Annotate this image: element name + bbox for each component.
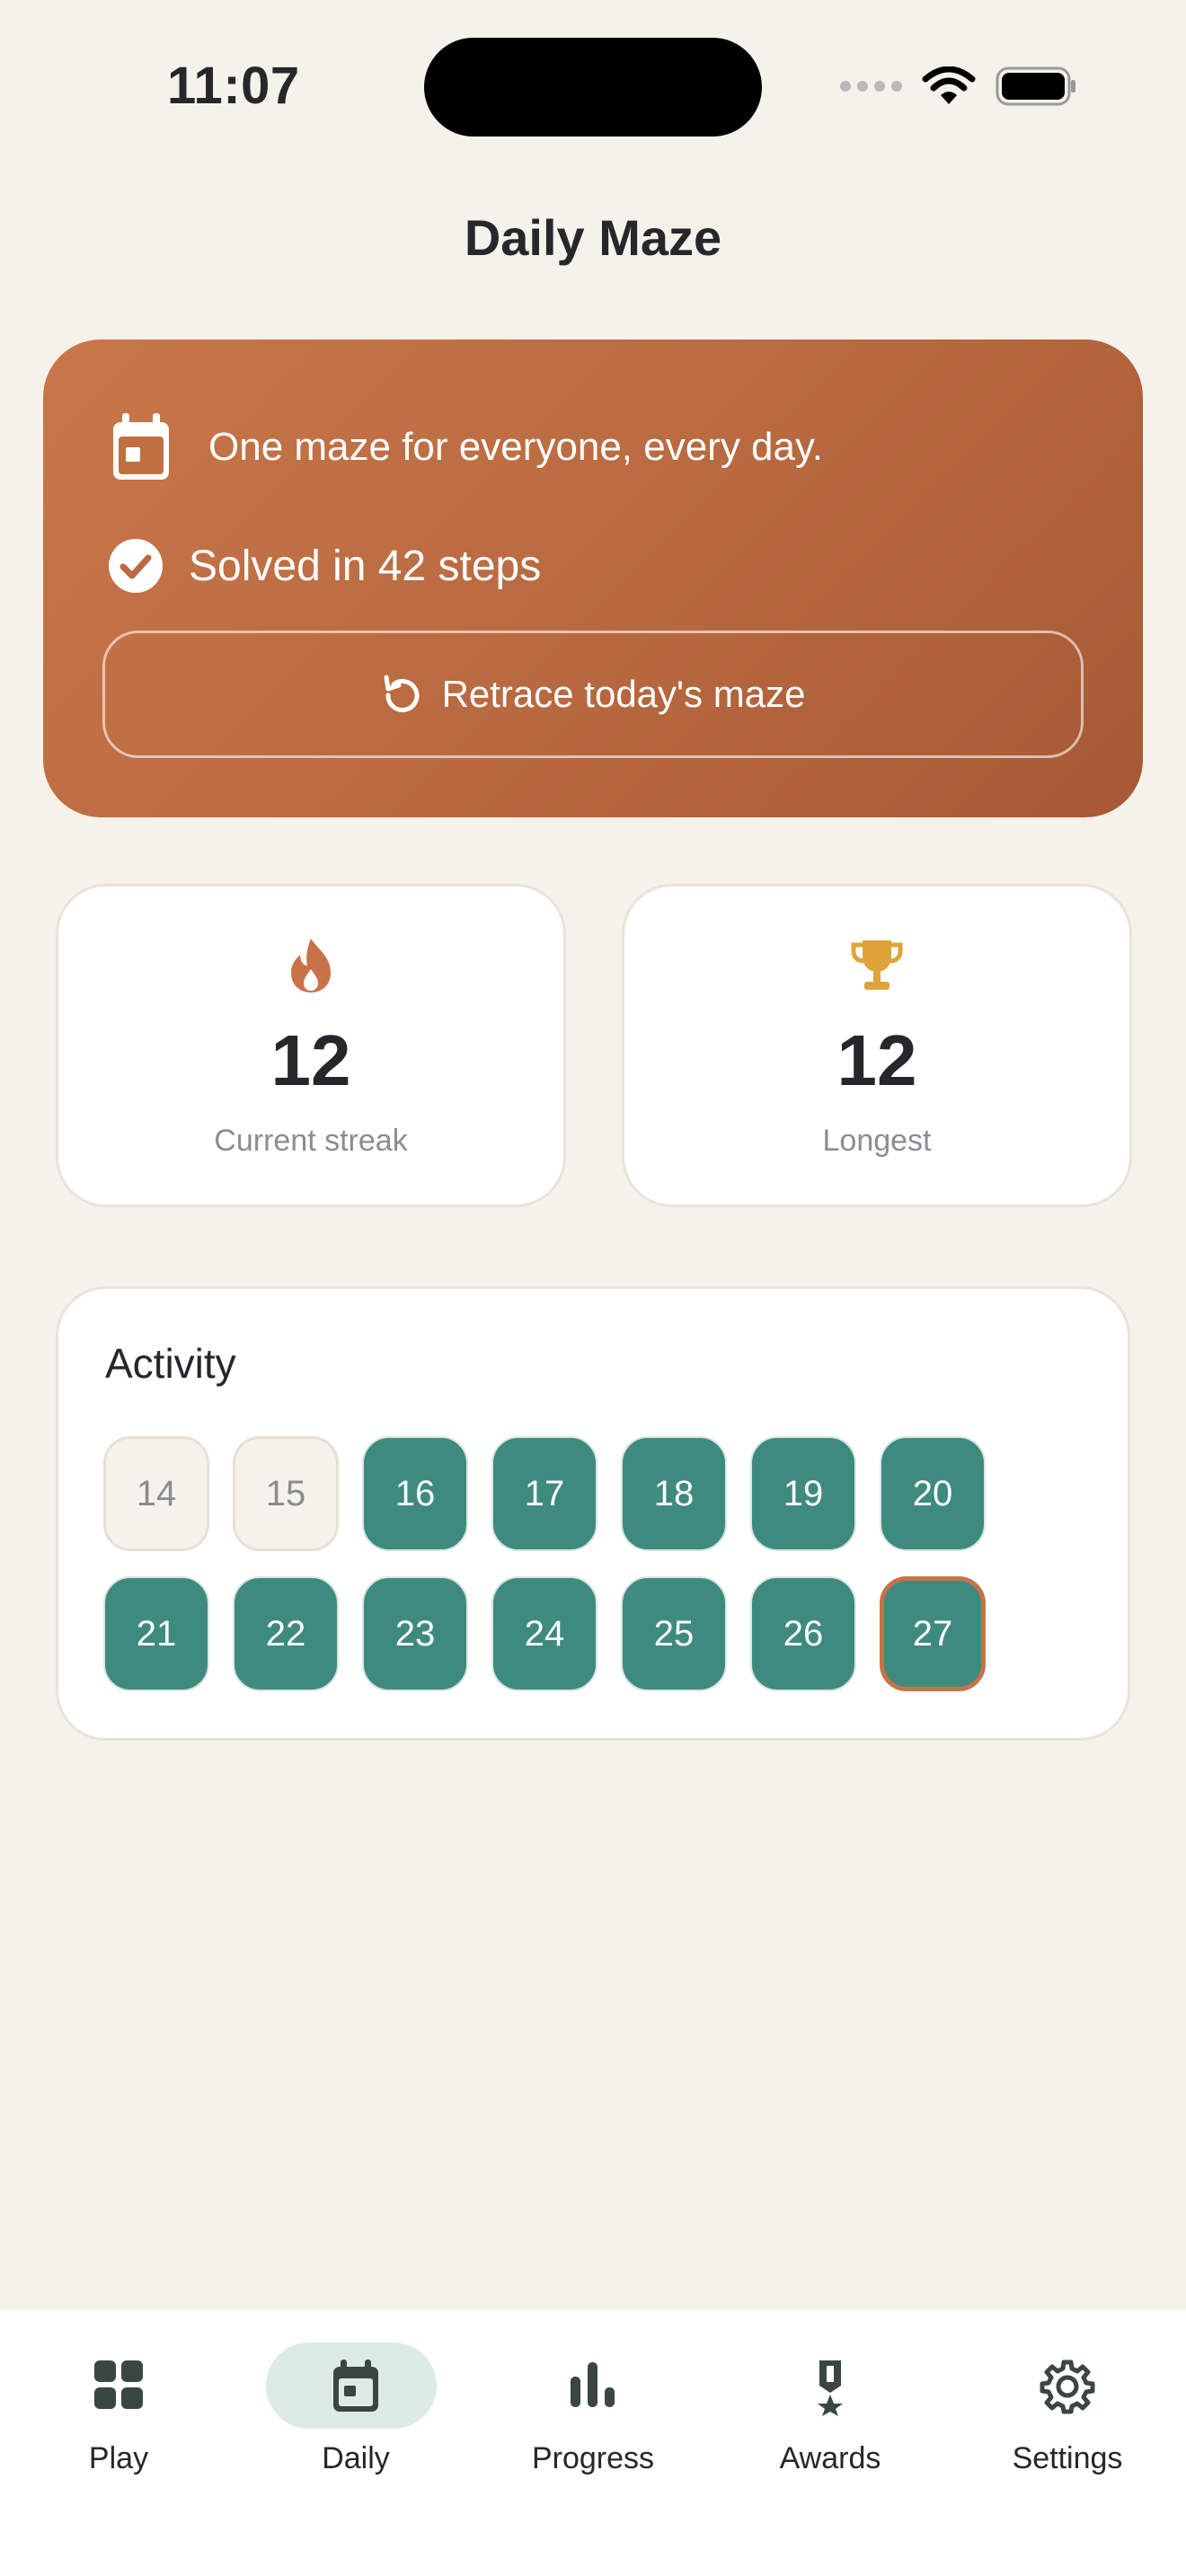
page-title: Daily Maze (464, 209, 722, 266)
status-icons (840, 66, 1078, 106)
tab-progress[interactable]: Progress (494, 2326, 692, 2488)
solved-status: Solved in 42 steps (189, 542, 542, 590)
tab-daily[interactable]: Daily (257, 2326, 455, 2488)
status-bar: 11:07 (0, 0, 1186, 180)
day-cell[interactable]: 18 (621, 1436, 727, 1551)
tab-settings-label: Settings (1012, 2441, 1123, 2475)
refresh-icon (384, 675, 420, 712)
tab-daily-label: Daily (322, 2441, 390, 2475)
day-cell[interactable]: 25 (621, 1576, 727, 1691)
tab-awards[interactable]: Awards (731, 2326, 929, 2488)
daily-hero-card: One maze for everyone, every day. Solved… (43, 340, 1143, 817)
retrace-maze-button[interactable]: Retrace today's maze (102, 631, 1084, 758)
tab-play[interactable]: Play (20, 2326, 217, 2488)
trophy-icon (851, 940, 903, 990)
tab-awards-label: Awards (779, 2441, 881, 2475)
activity-card: Activity 14 15 16 17 18 19 20 21 22 23 2… (56, 1286, 1130, 1741)
current-streak-card: 12 Current streak (56, 884, 566, 1207)
bar-chart-icon (571, 2362, 615, 2407)
day-cell-today[interactable]: 27 (880, 1576, 986, 1691)
battery-icon (996, 66, 1075, 106)
day-cell[interactable]: 22 (233, 1576, 339, 1691)
grid-icon (94, 2360, 143, 2409)
calendar-icon (333, 2360, 378, 2412)
tab-settings[interactable]: Settings (969, 2326, 1166, 2488)
calendar-icon (113, 413, 169, 480)
day-cell[interactable]: 26 (750, 1576, 856, 1691)
longest-streak-label: Longest (822, 1124, 932, 1158)
hero-solved-row: Solved in 42 steps (108, 530, 541, 602)
flame-icon (291, 939, 331, 992)
medal-icon (818, 2360, 843, 2416)
longest-streak-value: 12 (836, 1020, 917, 1100)
current-streak-value: 12 (270, 1020, 351, 1100)
day-cell[interactable]: 19 (750, 1436, 856, 1551)
day-cell[interactable]: 16 (362, 1436, 468, 1551)
tab-play-label: Play (88, 2441, 149, 2475)
day-cell[interactable]: 14 (103, 1436, 209, 1551)
status-time: 11:07 (167, 57, 300, 115)
day-cell[interactable]: 20 (880, 1436, 986, 1551)
gear-icon (1040, 2360, 1095, 2414)
longest-streak-card: 12 Longest (622, 884, 1132, 1207)
dynamic-island (424, 38, 762, 137)
day-cell[interactable]: 23 (362, 1576, 468, 1691)
activity-title: Activity (105, 1340, 236, 1387)
tab-bar: Play Daily Progress Awards Settings (0, 2310, 1186, 2576)
day-cell[interactable]: 21 (103, 1576, 209, 1691)
hero-tagline-row: One maze for everyone, every day. (110, 402, 823, 492)
day-cell[interactable]: 24 (491, 1576, 597, 1691)
tab-progress-label: Progress (531, 2441, 655, 2475)
day-cell[interactable]: 15 (233, 1436, 339, 1551)
day-cell[interactable]: 17 (491, 1436, 597, 1551)
wifi-icon (922, 66, 976, 104)
current-streak-label: Current streak (214, 1124, 408, 1158)
check-circle-icon (109, 539, 163, 593)
cellular-signal-icon (840, 81, 902, 92)
hero-tagline: One maze for everyone, every day. (208, 425, 823, 469)
retrace-maze-label: Retrace today's maze (441, 673, 806, 715)
